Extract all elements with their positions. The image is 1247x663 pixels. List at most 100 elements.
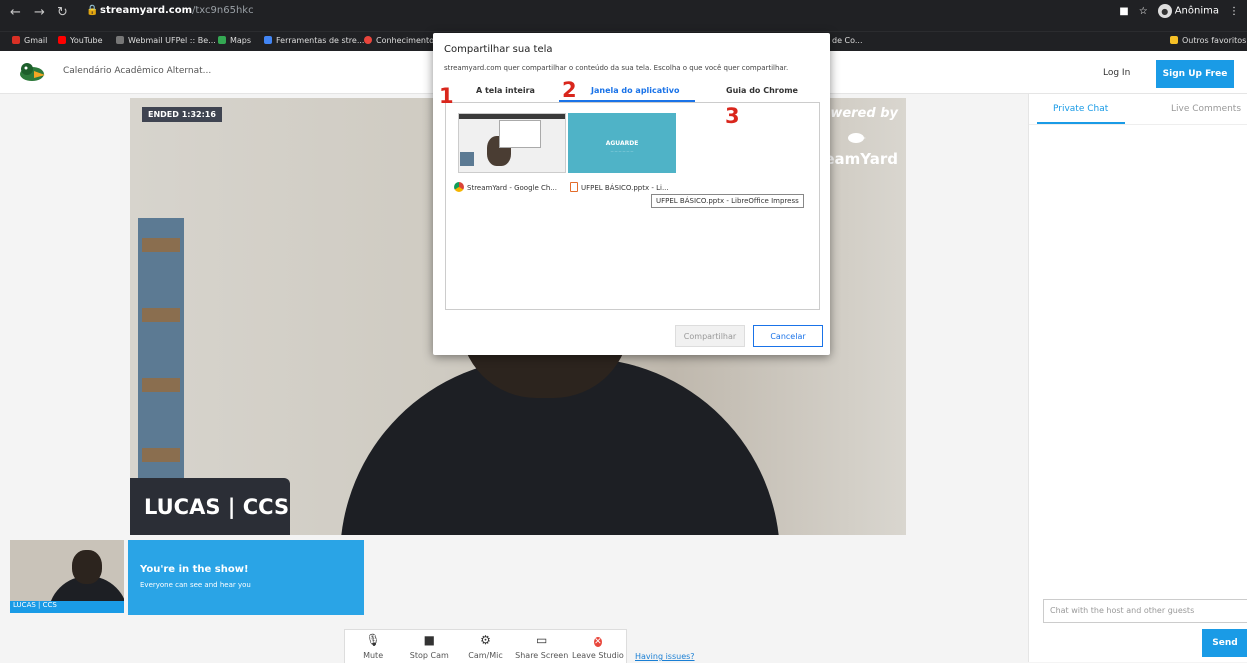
- url-host: streamyard.com: [100, 5, 192, 16]
- bookmark-label: Webmail UFPel :: Be...: [128, 36, 216, 45]
- bookmark-youtube[interactable]: YouTube: [58, 36, 103, 45]
- leave-studio-button[interactable]: ✕ Leave Studio: [570, 630, 626, 663]
- chat-input[interactable]: Chat with the host and other guests: [1043, 599, 1247, 623]
- forward-icon[interactable]: →: [34, 5, 45, 20]
- cam-mic-button[interactable]: ⚙ Cam/Mic: [457, 630, 513, 663]
- mute-button[interactable]: 🎙 Mute: [345, 630, 401, 663]
- window-thumbnail-impress[interactable]: AGUARDE — — — — — —: [568, 113, 676, 173]
- mute-label: Mute: [363, 651, 384, 660]
- annotation-marker-3: 3: [725, 104, 740, 128]
- bookmark-label: Conhecimentos: [376, 36, 439, 45]
- name-plate-label: LUCAS | CCS: [144, 494, 290, 519]
- thumb-label: LUCAS | CCS: [10, 601, 124, 613]
- bookshelf-image: [138, 218, 184, 518]
- profile-button[interactable]: ● Anônima: [1157, 4, 1219, 18]
- bookmark-outros[interactable]: Outros favoritos: [1170, 36, 1246, 45]
- maps-icon: [218, 36, 226, 44]
- tab-entire-screen[interactable]: A tela inteira: [476, 86, 535, 95]
- powered-by-text: owered by: [821, 106, 898, 121]
- bookmark-conhecimentos[interactable]: Conhecimentos: [364, 36, 438, 45]
- bookmark-label: Maps: [230, 36, 252, 45]
- gmail-icon: [12, 36, 20, 44]
- youtube-icon: [58, 36, 66, 44]
- share-button[interactable]: Compartilhar: [675, 325, 745, 347]
- bookmark-label: Outros favoritos: [1182, 36, 1247, 45]
- stop-cam-label: Stop Cam: [409, 651, 449, 660]
- window-label-text: UFPEL BÁSICO.pptx - Li...: [581, 184, 669, 192]
- menu-icon[interactable]: ⋮: [1229, 6, 1239, 17]
- microphone-icon: 🎙: [365, 633, 381, 647]
- thumb-dialog: [499, 120, 541, 148]
- in-show-title: You're in the show!: [140, 564, 249, 575]
- back-icon[interactable]: ←: [10, 5, 21, 20]
- window-tooltip: UFPEL BÁSICO.pptx - LibreOffice Impress: [651, 194, 804, 208]
- conhecimentos-icon: [364, 36, 372, 44]
- duck-logo-icon: [848, 133, 866, 143]
- tab-application-window[interactable]: Janela do aplicativo: [591, 86, 679, 95]
- bookmark-label: de Co...: [832, 36, 863, 45]
- incognito-icon: ●: [1157, 4, 1172, 18]
- stop-cam-button[interactable]: ■ Stop Cam: [401, 630, 457, 663]
- login-link[interactable]: Log In: [1103, 68, 1130, 78]
- dialog-subtitle: streamyard.com quer compartilhar o conte…: [444, 64, 789, 72]
- annotation-marker-1: 1: [439, 84, 454, 108]
- profile-label: Anônima: [1174, 5, 1219, 17]
- share-screen-dialog: Compartilhar sua tela streamyard.com que…: [433, 33, 830, 355]
- webmail-icon: [116, 36, 124, 44]
- tab-private-chat[interactable]: Private Chat: [1053, 104, 1108, 114]
- tab-chrome-tab[interactable]: Guia do Chrome: [726, 86, 798, 95]
- dialog-title: Compartilhar sua tela: [444, 44, 553, 55]
- bookmark-label: Gmail: [24, 36, 48, 45]
- tab-live-comments[interactable]: Live Comments: [1171, 104, 1241, 114]
- ended-badge: ENDED 1:32:16: [142, 107, 222, 122]
- url-path: /txc9n65hkc: [192, 5, 254, 16]
- bookmark-maps[interactable]: Maps: [218, 36, 251, 45]
- thumb-slide-subtext: — — — — — —: [610, 149, 634, 153]
- window-thumbnail-streamyard[interactable]: [458, 113, 566, 173]
- share-screen-button[interactable]: ▭ Share Screen: [514, 630, 570, 663]
- window-label-text: StreamYard - Google Ch...: [467, 184, 558, 192]
- leave-label: Leave Studio: [572, 651, 624, 660]
- close-icon: ✕: [594, 637, 602, 647]
- control-bar: 🎙 Mute ■ Stop Cam ⚙ Cam/Mic ▭ Share Screen ✕…: [344, 629, 627, 663]
- libreoffice-icon: [570, 182, 578, 192]
- lock-icon: 🔒: [86, 5, 99, 16]
- bookmark-webmail[interactable]: Webmail UFPel :: Be...: [116, 36, 216, 45]
- star-icon[interactable]: ☆: [1139, 6, 1148, 17]
- thumb-titlebar: [459, 114, 565, 119]
- studio-title: Calendário Acadêmico Alternat...: [63, 66, 212, 76]
- thumb-slide-text: AGUARDE: [605, 140, 639, 147]
- annotation-marker-2: 2: [562, 78, 577, 102]
- bookmark-gmail[interactable]: Gmail: [12, 36, 47, 45]
- window-list: AGUARDE — — — — — — StreamYard - Google …: [445, 102, 820, 310]
- brand-text: eamYard: [824, 150, 898, 168]
- streamyard-logo-icon: [20, 63, 45, 81]
- bookmark-deco[interactable]: de Co...: [832, 36, 863, 45]
- folder-icon: [1170, 36, 1178, 44]
- active-tab-indicator: [1037, 122, 1125, 124]
- chat-panel: Private Chat Live Comments Chat with the…: [1028, 94, 1247, 662]
- reload-icon[interactable]: ↻: [57, 5, 68, 20]
- in-show-banner: You're in the show! Everyone can see and…: [128, 540, 364, 615]
- thumb-head-image: [72, 550, 102, 584]
- browser-toolbar: ← → ↻ 🔒 streamyard.com/txc9n65hkc ■ ☆ ● A…: [0, 0, 1247, 31]
- window-label-streamyard[interactable]: StreamYard - Google Ch...: [454, 182, 557, 192]
- cancel-button[interactable]: Cancelar: [753, 325, 823, 347]
- send-button[interactable]: Send: [1202, 629, 1247, 657]
- tab-divider: [1029, 124, 1247, 125]
- ferramentas-icon: [264, 36, 272, 44]
- having-issues-link[interactable]: Having issues?: [635, 652, 695, 661]
- video-camera-icon: ■: [423, 633, 435, 647]
- bookmark-ferramentas[interactable]: Ferramentas de stre...: [264, 36, 364, 45]
- window-label-impress[interactable]: UFPEL BÁSICO.pptx - Li...: [570, 182, 669, 192]
- leave-icon-wrap: ✕: [594, 633, 602, 647]
- participant-thumbnail[interactable]: LUCAS | CCS: [10, 540, 124, 613]
- signup-button[interactable]: Sign Up Free: [1156, 60, 1234, 88]
- address-bar[interactable]: streamyard.com/txc9n65hkc: [100, 5, 254, 16]
- bookmark-label: YouTube: [70, 36, 103, 45]
- in-show-subtitle: Everyone can see and hear you: [140, 581, 251, 589]
- monitor-icon: ▭: [536, 633, 548, 647]
- camera-icon[interactable]: ■: [1119, 6, 1128, 17]
- gear-icon: ⚙: [480, 633, 491, 647]
- bookmark-label: Ferramentas de stre...: [276, 36, 365, 45]
